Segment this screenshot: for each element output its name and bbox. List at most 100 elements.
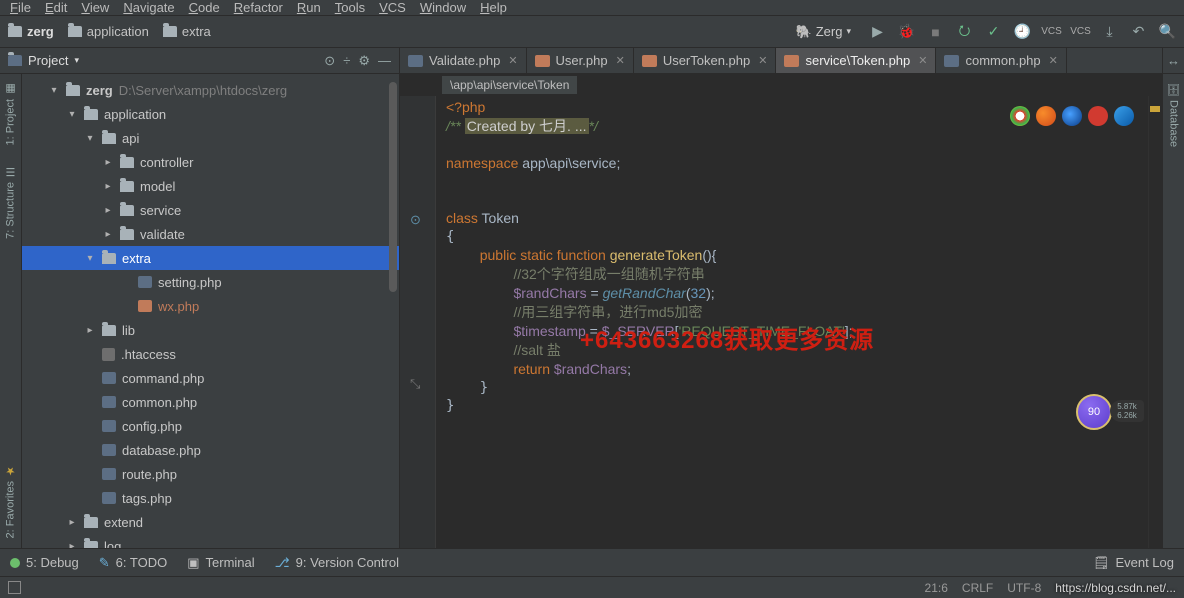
tree-log[interactable]: ▸ log — [22, 534, 399, 548]
run-button[interactable]: ▶ — [869, 23, 886, 40]
project-label[interactable]: Project — [28, 53, 68, 68]
tab-common[interactable]: common.php ✕ — [936, 48, 1066, 73]
hide-icon[interactable]: — — [378, 53, 391, 68]
tool-window-toggle-icon[interactable] — [8, 581, 21, 594]
close-icon[interactable]: ✕ — [916, 54, 927, 67]
stop-button[interactable]: ■ — [927, 23, 944, 40]
menu-view[interactable]: View — [81, 0, 109, 15]
menu-vcs[interactable]: VCS — [379, 0, 406, 15]
menu-tools[interactable]: Tools — [335, 0, 365, 15]
safari-icon[interactable] — [1062, 106, 1082, 126]
menu-navigate[interactable]: Navigate — [123, 0, 174, 15]
tree-config-php[interactable]: · config.php — [22, 414, 399, 438]
tree-api[interactable]: ▾ api — [22, 126, 399, 150]
tab-more-icon[interactable]: ↔ — [1162, 48, 1184, 73]
tree-common-php[interactable]: · common.php — [22, 390, 399, 414]
tool-terminal[interactable]: ▣ Terminal — [187, 555, 254, 571]
path-root[interactable]: zerg — [8, 24, 54, 39]
scroll-from-source-icon[interactable]: ÷ — [343, 53, 350, 68]
line-separator[interactable]: CRLF — [962, 581, 993, 595]
menu-code[interactable]: Code — [189, 0, 220, 15]
tool-project[interactable]: 1: Project ▦ — [4, 82, 17, 145]
close-icon[interactable]: ✕ — [614, 54, 625, 67]
project-tree[interactable]: ▾ zerg D:\Server\xampp\htdocs\zerg ▾ app… — [22, 74, 400, 548]
tree-validate[interactable]: ▸ validate — [22, 222, 399, 246]
scrollbar[interactable] — [389, 82, 397, 292]
tree-tags-php[interactable]: · tags.php — [22, 486, 399, 510]
tree-service[interactable]: ▸ service — [22, 198, 399, 222]
floating-gauge[interactable]: 90 — [1076, 394, 1112, 430]
tool-favorites[interactable]: 2: Favorites ★ — [4, 464, 17, 538]
php-icon — [535, 55, 550, 67]
tree-controller[interactable]: ▸ controller — [22, 150, 399, 174]
folder-icon — [102, 325, 116, 336]
menu-window[interactable]: Window — [420, 0, 466, 15]
warning-marker[interactable] — [1150, 106, 1160, 112]
tool-structure[interactable]: 7: Structure ☰ — [4, 165, 17, 239]
vcs-history-icon[interactable]: 🕘 — [1014, 23, 1031, 40]
code-content[interactable]: <?php /** Created by 七月. ...*/ namespace… — [436, 96, 1148, 548]
file-encoding[interactable]: UTF-8 — [1007, 581, 1041, 595]
menu-run[interactable]: Run — [297, 0, 321, 15]
run-config-selector[interactable]: 🐘 Zerg ▾ — [790, 22, 857, 42]
tab-label: Validate.php — [429, 53, 500, 68]
tab-service-token[interactable]: service\Token.php ✕ — [776, 48, 936, 73]
tree-extra[interactable]: ▾ extra — [22, 246, 399, 270]
tool-favorites-label: 2: Favorites — [5, 481, 17, 538]
override-icon[interactable]: ⊙ — [410, 212, 421, 228]
tree-htaccess[interactable]: · .htaccess — [22, 342, 399, 366]
tree-model[interactable]: ▸ model — [22, 174, 399, 198]
tree-lib[interactable]: ▸ lib — [22, 318, 399, 342]
menu-edit[interactable]: Edit — [45, 0, 67, 15]
chrome-icon[interactable] — [1010, 106, 1030, 126]
collapse-all-icon[interactable]: ⊙ — [324, 53, 335, 69]
tree-application[interactable]: ▾ application — [22, 102, 399, 126]
vcs-commit-icon[interactable]: ✓ — [985, 23, 1002, 40]
close-icon[interactable]: ✕ — [506, 54, 517, 67]
firefox-icon[interactable] — [1036, 106, 1056, 126]
right-tool-strip: 🗄 Database — [1162, 74, 1184, 548]
debug-button[interactable]: 🐞 — [898, 23, 915, 40]
download-icon[interactable]: ⤓ — [1101, 23, 1118, 40]
breadcrumb-label[interactable]: \app\api\service\Token — [442, 76, 577, 94]
tree-route-php[interactable]: · route.php — [22, 462, 399, 486]
vcs-label-2[interactable]: VCS — [1072, 23, 1089, 40]
path-extra[interactable]: extra — [163, 24, 211, 39]
tree-label: config.php — [122, 419, 182, 434]
editor-gutter[interactable]: ⊙ ⤡ — [400, 96, 436, 548]
tool-debug[interactable]: 5: Debug — [10, 555, 79, 570]
close-icon[interactable]: ✕ — [756, 54, 767, 67]
tool-todo[interactable]: ✎ 6: TODO — [99, 555, 167, 571]
tab-usertoken[interactable]: UserToken.php ✕ — [634, 48, 777, 73]
tool-event-log[interactable]: 🗒 Event Log — [1093, 555, 1174, 571]
folder-icon — [102, 133, 116, 144]
menu-refactor[interactable]: Refactor — [234, 0, 283, 15]
fold-icon[interactable]: ⤡ — [410, 376, 420, 392]
tab-user[interactable]: User.php ✕ — [527, 48, 634, 73]
editor[interactable]: \app\api\service\Token ⊙ ⤡ <?php /** Cre… — [400, 74, 1162, 548]
editor-marker-bar[interactable] — [1148, 96, 1162, 548]
vcs-update-icon[interactable]: ⭮ — [956, 23, 973, 40]
menu-file[interactable]: File — [10, 0, 31, 15]
tool-database[interactable]: 🗄 Database — [1167, 82, 1180, 147]
undo-icon[interactable]: ↶ — [1130, 23, 1147, 40]
close-icon[interactable]: ✕ — [1047, 54, 1058, 67]
tab-validate[interactable]: Validate.php ✕ — [400, 48, 527, 73]
opera-icon[interactable] — [1088, 106, 1108, 126]
caret-position[interactable]: 21:6 — [925, 581, 948, 595]
search-icon[interactable]: 🔍 — [1159, 23, 1176, 40]
gear-icon[interactable]: ⚙ — [358, 53, 370, 69]
tree-command-php[interactable]: · command.php — [22, 366, 399, 390]
ie-icon[interactable] — [1114, 106, 1134, 126]
tree-wx-php[interactable]: · wx.php — [22, 294, 399, 318]
menu-help[interactable]: Help — [480, 0, 507, 15]
tree-setting-php[interactable]: · setting.php — [22, 270, 399, 294]
vcs-label-1[interactable]: VCS — [1043, 23, 1060, 40]
tree-root-label: zerg — [86, 83, 113, 98]
tree-database-php[interactable]: · database.php — [22, 438, 399, 462]
chevron-down-icon[interactable]: ▾ — [74, 55, 79, 66]
tool-vcs[interactable]: ⎇ 9: Version Control — [275, 555, 399, 571]
path-application[interactable]: application — [68, 24, 149, 39]
tree-extend[interactable]: ▸ extend — [22, 510, 399, 534]
tree-root[interactable]: ▾ zerg D:\Server\xampp\htdocs\zerg — [22, 78, 399, 102]
